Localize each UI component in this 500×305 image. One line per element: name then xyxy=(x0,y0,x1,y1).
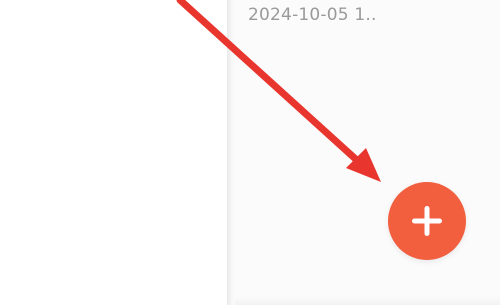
add-note-button[interactable] xyxy=(388,182,466,260)
pane-divider xyxy=(227,0,235,305)
note-item-timestamp[interactable]: 2024-10-05 1.. xyxy=(248,5,377,25)
panel-bottom-edge xyxy=(235,296,500,305)
plus-icon xyxy=(412,206,442,236)
left-pane xyxy=(0,0,227,305)
